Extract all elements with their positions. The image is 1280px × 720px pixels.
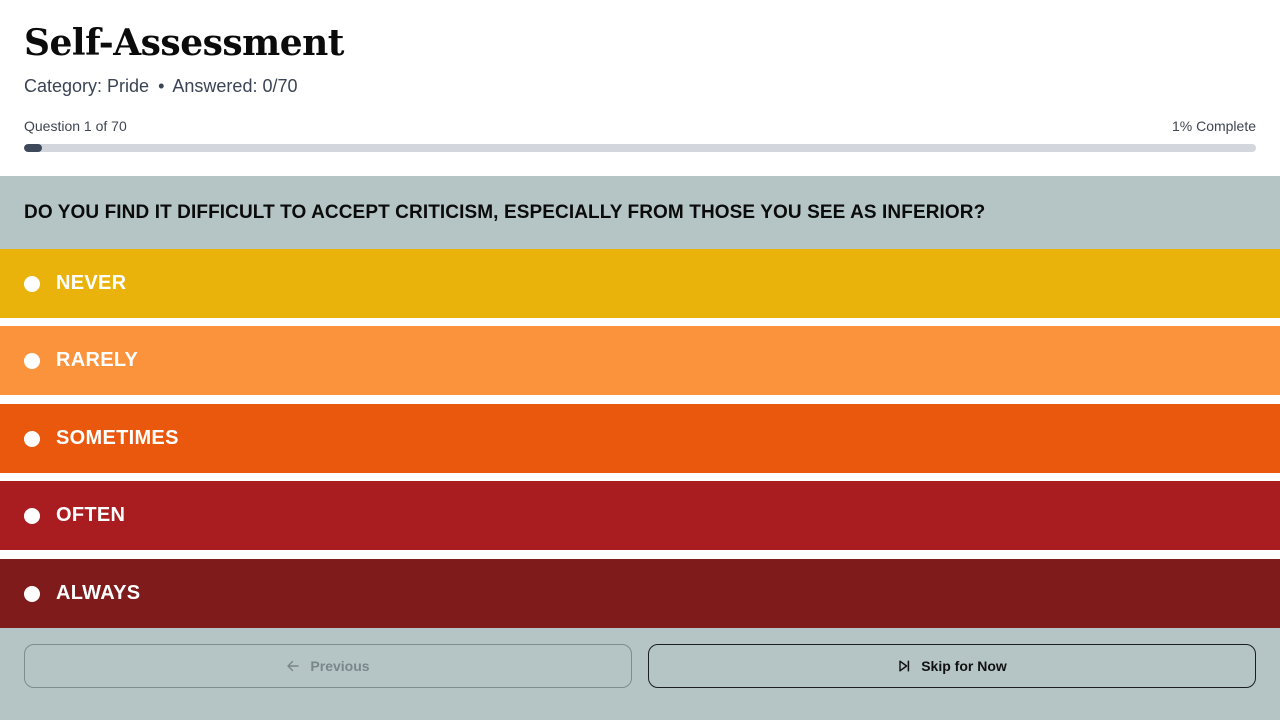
option-always[interactable]: ALWAYS bbox=[0, 559, 1280, 628]
option-label: OFTEN bbox=[56, 504, 126, 526]
skip-label: Skip for Now bbox=[921, 658, 1007, 674]
assessment-meta: Category: Pride • Answered: 0/70 bbox=[24, 76, 297, 97]
option-label: ALWAYS bbox=[56, 582, 141, 604]
question-counter: Question 1 of 70 bbox=[24, 118, 127, 134]
option-often[interactable]: OFTEN bbox=[0, 481, 1280, 550]
radio-icon[interactable] bbox=[24, 275, 40, 292]
progress-bar-fill bbox=[24, 144, 43, 152]
option-never[interactable]: NEVER bbox=[0, 249, 1280, 318]
option-label: RARELY bbox=[56, 349, 139, 371]
option-rarely[interactable]: RARELY bbox=[0, 326, 1280, 395]
question-text: DO YOU FIND IT DIFFICULT TO ACCEPT CRITI… bbox=[24, 202, 986, 223]
option-divider bbox=[0, 473, 1280, 481]
percent-complete: 1% Complete bbox=[1171, 118, 1256, 134]
page-title: Self-Assessment bbox=[24, 22, 344, 64]
radio-icon[interactable] bbox=[24, 507, 40, 524]
option-divider bbox=[0, 318, 1280, 326]
option-label: NEVER bbox=[56, 272, 127, 294]
arrow-left-icon bbox=[286, 659, 300, 673]
previous-button[interactable]: Previous bbox=[24, 644, 632, 688]
meta-separator: • bbox=[158, 76, 165, 96]
progress-bar bbox=[24, 144, 1256, 152]
navigation-footer: Previous Skip for Now bbox=[0, 628, 1280, 720]
answered-count: Answered: 0/70 bbox=[172, 76, 298, 96]
radio-icon[interactable] bbox=[24, 585, 40, 602]
radio-icon[interactable] bbox=[24, 430, 40, 447]
progress-labels: Question 1 of 70 1% Complete bbox=[24, 118, 1256, 134]
option-sometimes[interactable]: SOMETIMES bbox=[0, 404, 1280, 473]
question-panel: DO YOU FIND IT DIFFICULT TO ACCEPT CRITI… bbox=[0, 176, 1280, 249]
skip-button[interactable]: Skip for Now bbox=[648, 644, 1256, 688]
option-label: SOMETIMES bbox=[56, 427, 179, 449]
skip-forward-icon bbox=[897, 659, 911, 673]
radio-icon[interactable] bbox=[24, 352, 40, 369]
previous-label: Previous bbox=[310, 658, 370, 674]
header: Self-Assessment Category: Pride • Answer… bbox=[0, 0, 1280, 176]
option-divider bbox=[0, 395, 1280, 403]
option-divider bbox=[0, 550, 1280, 558]
category-label: Category: Pride bbox=[24, 76, 150, 96]
